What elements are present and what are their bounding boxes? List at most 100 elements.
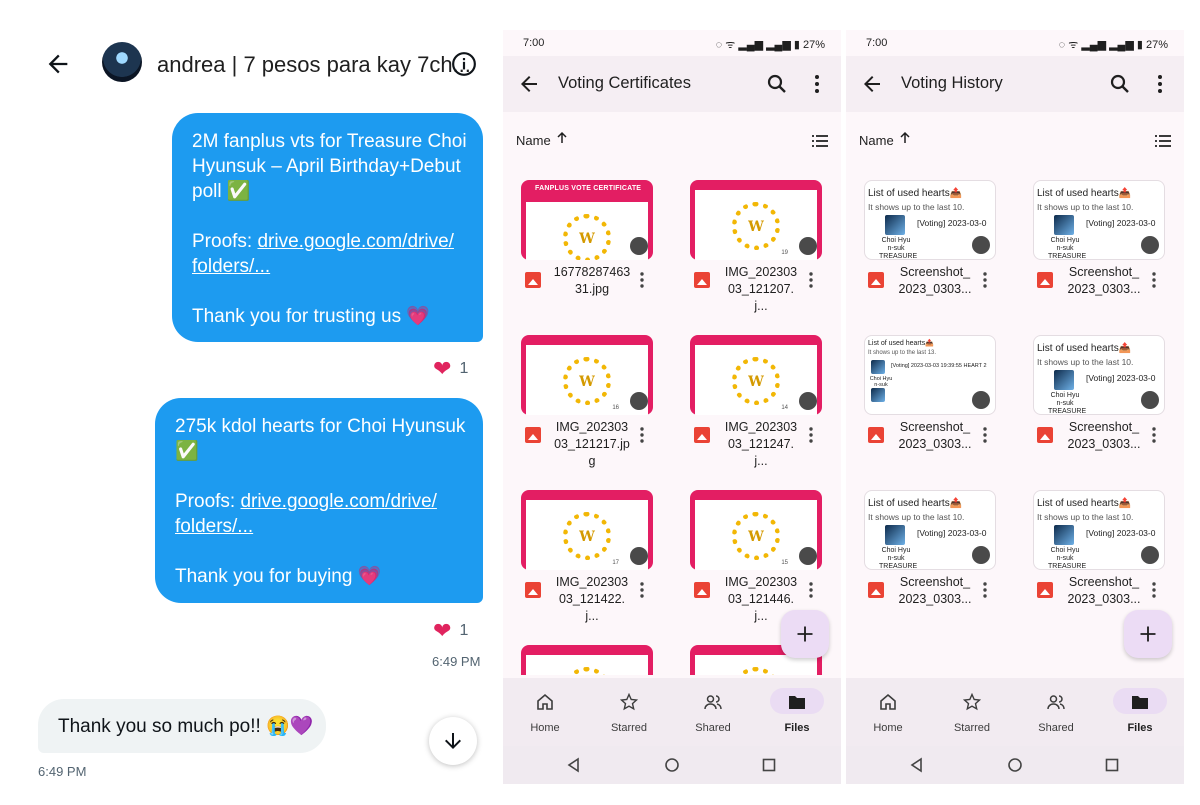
more-vert-icon[interactable] [982, 270, 988, 290]
file-card[interactable]: FANPLUS VOTE CERTIFICATE W 16778287463 31… [503, 178, 653, 318]
nav-home-icon[interactable] [664, 757, 680, 773]
chat-panel: andrea | 7 pesos para kay 7ch... 2M fanp… [0, 0, 500, 805]
scroll-to-bottom-button[interactable] [429, 717, 477, 765]
thumbnail-title: List of used hearts📤 [1037, 343, 1132, 354]
image-file-icon [694, 272, 710, 288]
more-vert-icon[interactable] [1151, 425, 1157, 445]
status-icons: ◌ ᯤ ▂▄▆ ▂▄▆ ▮ 27% [1058, 39, 1168, 51]
add-button[interactable] [1124, 610, 1172, 658]
file-thumbnail: FANPLUS VOTE CERTIFICATE W [521, 180, 653, 260]
nav-label: Starred [953, 722, 991, 734]
more-vert-icon[interactable] [808, 580, 814, 600]
more-vert-icon[interactable] [982, 580, 988, 600]
image-file-icon [694, 582, 710, 598]
drive-link-continued[interactable]: folders/... [175, 516, 253, 537]
shared-people-icon [1141, 236, 1159, 254]
more-vert-icon[interactable] [808, 425, 814, 445]
bottom-navigation: Home Starred Shared Files [503, 678, 841, 746]
message-bubble-sent[interactable]: 2M fanplus vts for Treasure Choi Hyunsuk… [172, 113, 483, 342]
file-card[interactable]: List of used hearts📤 It shows up to the l… [846, 333, 996, 473]
sort-up-icon[interactable] [898, 131, 912, 145]
image-file-icon [1037, 427, 1053, 443]
file-thumbnail: W 17 [521, 490, 653, 570]
drive-link[interactable]: drive.google.com/drive/ [240, 491, 436, 512]
folder-icon [1132, 696, 1148, 709]
info-icon[interactable] [451, 51, 477, 77]
nav-home-icon[interactable] [1007, 757, 1023, 773]
search-icon[interactable] [765, 72, 789, 96]
more-vert-icon[interactable] [1148, 72, 1172, 96]
shared-people-icon [972, 236, 990, 254]
message-timestamp: 6:49 PM [432, 654, 481, 669]
nav-back-icon[interactable] [909, 757, 925, 773]
nav-starred[interactable]: Starred [587, 678, 671, 746]
reaction[interactable]: ❤ 1 [433, 356, 468, 382]
reaction[interactable]: ❤ 1 [433, 618, 468, 644]
file-card[interactable]: W 17 IMG_202303 03_121422.j... [503, 488, 653, 628]
nav-recents-icon[interactable] [761, 757, 777, 773]
nav-label: Shared [695, 722, 731, 734]
more-vert-icon[interactable] [982, 425, 988, 445]
back-arrow-icon[interactable] [44, 50, 72, 78]
app-bar: Voting History [846, 56, 1184, 112]
back-arrow-icon[interactable] [860, 72, 884, 96]
drive-link[interactable]: drive.google.com/drive/ [257, 231, 453, 252]
file-card[interactable]: W 19 IMG_202303 03_121207.j... [672, 178, 822, 318]
image-file-icon [868, 582, 884, 598]
conversation-title[interactable]: andrea | 7 pesos para kay 7ch... [157, 52, 471, 78]
nav-shared[interactable]: Shared [671, 678, 755, 746]
nav-files[interactable]: Files [1098, 678, 1182, 746]
more-vert-icon[interactable] [639, 270, 645, 290]
nav-home[interactable]: Home [503, 678, 587, 746]
file-name: IMG_202303 03_121247.j... [724, 420, 798, 468]
reaction-count: 1 [459, 622, 469, 640]
drive-link-continued[interactable]: folders/... [192, 256, 270, 277]
nav-recents-icon[interactable] [1104, 757, 1120, 773]
sort-button[interactable]: Name [516, 133, 551, 148]
file-card[interactable]: List of used hearts📤 It shows up to the l… [1015, 178, 1165, 318]
thumbnail-number: 17 [612, 560, 619, 566]
list-view-icon[interactable] [811, 132, 829, 150]
file-name: 16778287463 31.jpg [553, 265, 631, 296]
back-arrow-icon[interactable] [517, 72, 541, 96]
file-card-partial[interactable]: W [503, 643, 653, 675]
file-card[interactable]: W 14 IMG_202303 03_121247.j... [672, 333, 822, 473]
file-name: Screenshot_ 2023_0303... [898, 265, 972, 296]
file-card[interactable]: List of used hearts📤 It shows up to the l… [1015, 488, 1165, 628]
message-bubble-sent[interactable]: 275k kdol hearts for Choi Hyunsuk ✅ Proo… [155, 398, 483, 603]
more-vert-icon[interactable] [1151, 580, 1157, 600]
more-vert-icon[interactable] [808, 270, 814, 290]
nav-starred[interactable]: Starred [930, 678, 1014, 746]
sort-button[interactable]: Name [859, 133, 894, 148]
file-thumbnail: List of used hearts📤 It shows up to the l… [1033, 335, 1165, 415]
nav-home[interactable]: Home [846, 678, 930, 746]
image-file-icon [525, 272, 541, 288]
nav-shared[interactable]: Shared [1014, 678, 1098, 746]
more-vert-icon[interactable] [1151, 270, 1157, 290]
file-card[interactable]: List of used hearts📤 It shows up to the l… [846, 488, 996, 628]
search-icon[interactable] [1108, 72, 1132, 96]
add-button[interactable] [781, 610, 829, 658]
message-bubble-received[interactable]: Thank you so much po!! 😭💜 [38, 699, 326, 753]
message-text: 2M fanplus vts for Treasure Choi [192, 131, 467, 152]
file-card[interactable]: List of used hearts📤 It shows up to the l… [846, 178, 996, 318]
shared-people-icon [630, 547, 648, 565]
status-time: 7:00 [866, 37, 888, 49]
file-card[interactable]: W 16 IMG_202303 03_121217.jpg [503, 333, 653, 473]
file-card[interactable]: List of used hearts📤 It shows up to the l… [1015, 333, 1165, 473]
home-icon [537, 693, 553, 710]
list-view-icon[interactable] [1154, 132, 1172, 150]
more-vert-icon[interactable] [639, 425, 645, 445]
more-vert-icon[interactable] [639, 580, 645, 600]
thumbnail-number: 16 [612, 405, 619, 411]
more-vert-icon[interactable] [805, 72, 829, 96]
nav-back-icon[interactable] [566, 757, 582, 773]
image-file-icon [525, 582, 541, 598]
shared-people-icon [630, 237, 648, 255]
sort-up-icon[interactable] [555, 131, 569, 145]
files-screen-voting-certificates: 7:00 ◌ ᯤ ▂▄▆ ▂▄▆ ▮ 27% Voting Certificat… [503, 30, 841, 784]
avatar[interactable] [102, 42, 142, 82]
nav-files[interactable]: Files [755, 678, 839, 746]
folder-title: Voting Certificates [558, 74, 691, 92]
file-card[interactable]: W 15 IMG_202303 03_121446.j... [672, 488, 822, 628]
